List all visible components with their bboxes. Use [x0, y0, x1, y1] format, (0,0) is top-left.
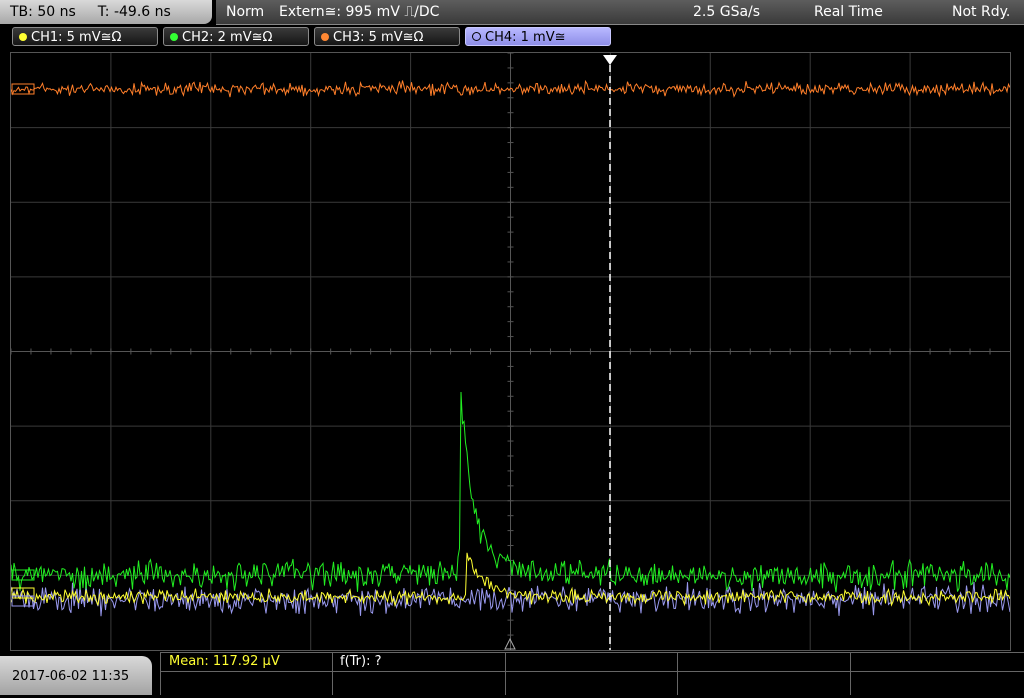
channel-4-dot-icon: [472, 32, 481, 41]
measurement-panel[interactable]: Mean: 117.92 µV f(Tr): ?: [160, 652, 1024, 695]
timebase-panel[interactable]: TB: 50 ns T: -49.6 ns: [0, 0, 212, 24]
channel-2-label: CH2: 2 mV≅Ω: [182, 30, 273, 45]
channel-2-dot-icon: [170, 33, 178, 41]
graticule-grid: [11, 53, 1010, 650]
channel-1-label: CH1: 5 mV≅Ω: [31, 30, 122, 45]
rise-frequency-measurement: f(Tr): ?: [340, 654, 382, 669]
waveform-graticule: [11, 53, 1010, 650]
trigger-position-icon[interactable]: [603, 55, 617, 65]
date-time-display: 2017-06-02 11:35: [0, 656, 152, 695]
trigger-panel[interactable]: Norm Extern≅: 995 mV ⎍/DC 2.5 GSa/s Real…: [216, 0, 1024, 25]
channel-3-tab[interactable]: CH3: 5 mV≅Ω: [314, 27, 460, 46]
sample-rate: 2.5 GSa/s: [693, 4, 761, 20]
trace-markers: [11, 55, 617, 650]
channel-3-label: CH3: 5 mV≅Ω: [333, 30, 424, 45]
waveform-display[interactable]: [10, 52, 1011, 651]
trigger-source: Extern≅: 995 mV ⎍/DC: [279, 4, 440, 20]
channel-1-dot-icon: [19, 33, 27, 41]
channel-3-dot-icon: [321, 33, 329, 41]
channel-bar: CH1: 5 mV≅Ω CH2: 2 mV≅Ω CH3: 5 mV≅Ω CH4:…: [0, 26, 1024, 48]
channel-1-tab[interactable]: CH1: 5 mV≅Ω: [12, 27, 158, 46]
trigger-time-value: T: -49.6 ns: [97, 4, 171, 20]
timebase-value: TB: 50 ns: [10, 4, 76, 20]
mean-measurement: Mean: 117.92 µV: [169, 654, 280, 669]
trigger-mode: Norm: [226, 4, 265, 20]
acquisition-mode: Real Time: [814, 4, 883, 20]
status-bar: TB: 50 ns T: -49.6 ns Norm Extern≅: 995 m…: [0, 0, 1024, 26]
channel-4-tab[interactable]: CH4: 1 mV≅: [465, 27, 611, 46]
acquisition-status: Not Rdy.: [952, 4, 1011, 20]
channel-2-tab[interactable]: CH2: 2 mV≅Ω: [163, 27, 309, 46]
channel-4-label: CH4: 1 mV≅: [485, 30, 566, 45]
